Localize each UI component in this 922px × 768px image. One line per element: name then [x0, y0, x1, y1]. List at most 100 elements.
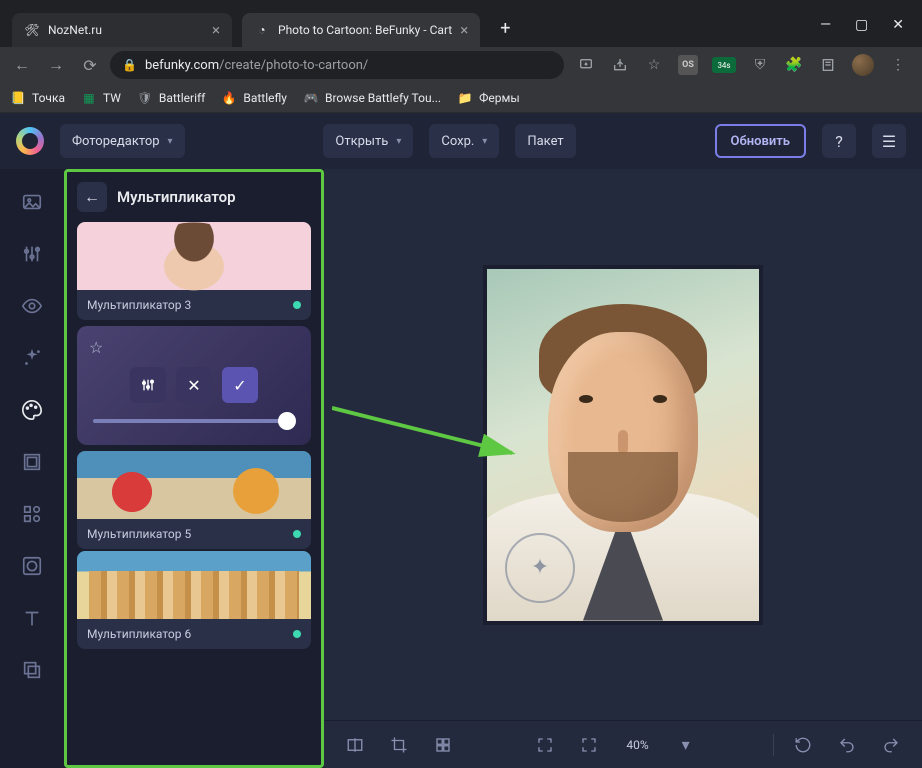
tab-title: NozNet.ru: [48, 23, 204, 37]
bookmark-tw[interactable]: ▦TW: [81, 90, 121, 106]
effects-panel: ← Мультипликатор Мультипликатор 3 ☆ ✕ ✓: [64, 169, 324, 768]
reload-button[interactable]: ⟳: [76, 51, 104, 79]
canvas-toolbar: 40% ▾: [324, 720, 922, 768]
crop-icon[interactable]: [384, 730, 414, 760]
befunky-app: Фоторедактор▾ Открыть▾ Сохр.▾ Пакет Обно…: [0, 113, 922, 768]
kebab-menu-icon[interactable]: ⋮: [888, 55, 908, 75]
bookmark-farms[interactable]: 📁Фермы: [457, 90, 520, 106]
share-icon[interactable]: [610, 55, 630, 75]
expand-icon[interactable]: [574, 730, 604, 760]
slider-handle[interactable]: [278, 412, 296, 430]
extensions-icon[interactable]: 🧩: [784, 55, 804, 75]
intensity-slider[interactable]: [93, 419, 295, 423]
reader-icon[interactable]: [818, 55, 838, 75]
save-dropdown[interactable]: Сохр.▾: [429, 124, 499, 158]
premium-dot-icon: [293, 301, 301, 309]
app-body: ← Мультипликатор Мультипликатор 3 ☆ ✕ ✓: [0, 169, 922, 768]
panel-back-button[interactable]: ←: [77, 182, 107, 212]
minimize-button[interactable]: —: [820, 17, 831, 33]
palette-tool-icon[interactable]: [19, 397, 45, 423]
frame-tool-icon[interactable]: [19, 449, 45, 475]
star-icon[interactable]: ☆: [644, 55, 664, 75]
tab-strip: 🛠 NozNet.ru × ◔ Photo to Cartoon: BeFunk…: [0, 0, 820, 47]
watermark-icon: ✦: [505, 533, 575, 603]
before-after-icon[interactable]: [340, 730, 370, 760]
cancel-button[interactable]: ✕: [176, 367, 212, 403]
settings-button[interactable]: [130, 367, 166, 403]
zoom-level[interactable]: 40%: [618, 738, 656, 752]
filter-thumbnail: [77, 451, 311, 519]
address-bar: ← → ⟳ 🔒 befunky.com/create/photo-to-cart…: [0, 47, 922, 83]
filter-card-5[interactable]: Мультипликатор 5: [77, 451, 311, 549]
bookmark-battlefy[interactable]: 🎮Browse Battlefy Tou...: [303, 90, 441, 106]
redo-icon[interactable]: [876, 730, 906, 760]
game-icon: 🎮: [303, 90, 319, 106]
tool-sidebar: [0, 169, 64, 768]
chevron-down-icon[interactable]: ▾: [671, 730, 701, 760]
tab-noznet[interactable]: 🛠 NozNet.ru ×: [12, 13, 232, 47]
image-tool-icon[interactable]: [19, 189, 45, 215]
chevron-down-icon: ▾: [482, 136, 487, 147]
lock-icon: 🔒: [122, 58, 137, 72]
lastfm-icon[interactable]: OS: [678, 55, 698, 75]
url-box[interactable]: 🔒 befunky.com/create/photo-to-cartoon/: [110, 51, 564, 79]
filter-active-controls: ☆ ✕ ✓: [77, 326, 311, 445]
filter-card-6[interactable]: Мультипликатор 6: [77, 551, 311, 649]
upgrade-button[interactable]: Обновить: [715, 124, 806, 158]
filter-thumbnail: [77, 222, 311, 290]
eye-tool-icon[interactable]: [19, 293, 45, 319]
premium-dot-icon: [293, 630, 301, 638]
editor-dropdown[interactable]: Фоторедактор▾: [60, 124, 185, 158]
canvas-viewport[interactable]: ✦: [324, 169, 922, 720]
hamburger-menu-button[interactable]: ☰: [872, 124, 906, 158]
premium-dot-icon: [293, 530, 301, 538]
close-button[interactable]: ✕: [892, 17, 904, 33]
maximize-button[interactable]: ▢: [855, 17, 868, 33]
url-text: befunky.com/create/photo-to-cartoon/: [145, 58, 368, 73]
open-dropdown[interactable]: Открыть▾: [323, 124, 413, 158]
favorite-star-icon[interactable]: ☆: [89, 338, 299, 357]
layers-tool-icon[interactable]: [19, 657, 45, 683]
befunky-favicon-icon: ◔: [254, 22, 270, 38]
install-icon[interactable]: [576, 55, 596, 75]
help-button[interactable]: ?: [822, 124, 856, 158]
bookmark-battleriff[interactable]: 🛡Battleriff: [137, 90, 205, 106]
tab-befunky[interactable]: ◔ Photo to Cartoon: BeFunky - Cart ×: [242, 13, 480, 47]
filter-thumbnail: [77, 551, 311, 619]
bookmarks-bar: 📒Точка ▦TW 🛡Battleriff 🔥Battlefly 🎮Brows…: [0, 83, 922, 113]
browser-titlebar: 🛠 NozNet.ru × ◔ Photo to Cartoon: BeFunk…: [0, 0, 922, 47]
close-icon[interactable]: ×: [460, 21, 468, 39]
sliders-tool-icon[interactable]: [19, 241, 45, 267]
close-icon[interactable]: ×: [212, 21, 220, 39]
new-tab-button[interactable]: +: [490, 10, 520, 47]
apply-button[interactable]: ✓: [222, 367, 258, 403]
shapes-tool-icon[interactable]: [19, 501, 45, 527]
filter-label: Мультипликатор 5: [87, 527, 191, 541]
panel-header: ← Мультипликатор: [77, 182, 311, 212]
grid-icon[interactable]: [428, 730, 458, 760]
app-header: Фоторедактор▾ Открыть▾ Сохр.▾ Пакет Обно…: [0, 113, 922, 169]
befunky-logo[interactable]: [16, 127, 44, 155]
canvas-area: ✦ 40% ▾: [324, 169, 922, 768]
back-button[interactable]: ←: [8, 51, 36, 79]
history-icon[interactable]: [788, 730, 818, 760]
folder-icon: 📒: [10, 90, 26, 106]
text-tool-icon[interactable]: [19, 605, 45, 631]
undo-icon[interactable]: [832, 730, 862, 760]
forward-button[interactable]: →: [42, 51, 70, 79]
sparkle-tool-icon[interactable]: [19, 345, 45, 371]
panel-title: Мультипликатор: [117, 188, 236, 206]
sheets-icon: ▦: [81, 90, 97, 106]
shield-icon[interactable]: ⛨: [750, 55, 770, 75]
fit-icon[interactable]: [530, 730, 560, 760]
filter-card-3[interactable]: Мультипликатор 3: [77, 222, 311, 320]
flame-icon: 🔥: [221, 90, 237, 106]
overlay-tool-icon[interactable]: [19, 553, 45, 579]
bookmark-battlefly[interactable]: 🔥Battlefly: [221, 90, 287, 106]
filter-label: Мультипликатор 6: [87, 627, 191, 641]
wrench-icon: 🛠: [24, 22, 40, 38]
extension-badge[interactable]: 34s: [712, 57, 736, 73]
batch-button[interactable]: Пакет: [515, 124, 575, 158]
profile-avatar[interactable]: [852, 54, 874, 76]
bookmark-tochka[interactable]: 📒Точка: [10, 90, 65, 106]
